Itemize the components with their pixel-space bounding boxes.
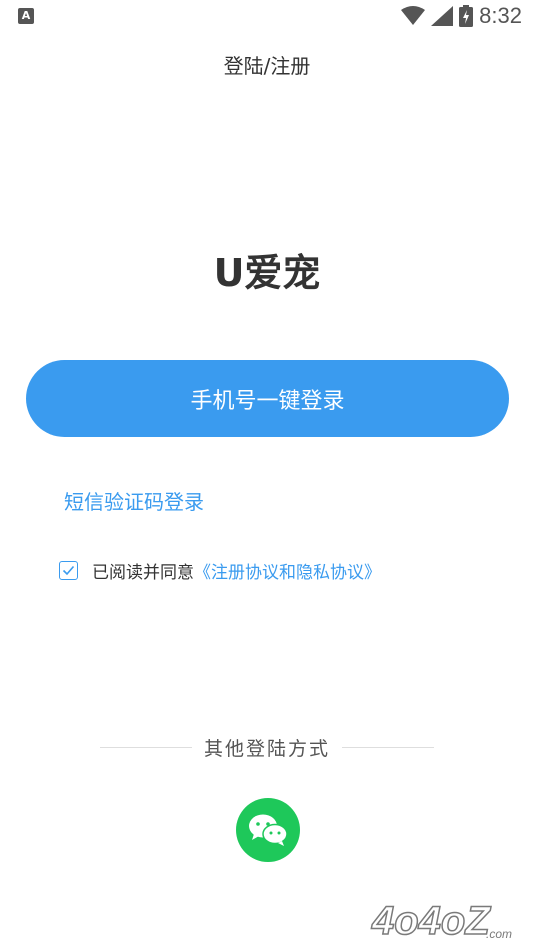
app-name: U爱宠 bbox=[213, 251, 321, 295]
notification-icon: A bbox=[18, 8, 34, 24]
clock-time: 8:32 bbox=[479, 3, 522, 28]
agreement-checkbox[interactable] bbox=[59, 561, 78, 580]
status-icons: 8:32 bbox=[401, 3, 522, 28]
svg-text:.com: .com bbox=[486, 927, 512, 941]
wechat-login-button[interactable] bbox=[236, 798, 300, 862]
signal-icon bbox=[431, 6, 454, 26]
check-icon bbox=[62, 565, 75, 576]
one-click-login-button[interactable]: 手机号一键登录 bbox=[26, 360, 509, 437]
agreement-link[interactable]: 《注册协议和隐私协议》 bbox=[194, 558, 381, 583]
divider-line-right bbox=[342, 746, 435, 748]
divider-line-left bbox=[100, 746, 192, 748]
battery-icon bbox=[459, 5, 474, 27]
sms-login-link[interactable]: 短信验证码登录 bbox=[64, 486, 204, 515]
other-login-divider: 其他登陆方式 bbox=[100, 732, 435, 762]
agreement-text: 已阅读并同意 bbox=[92, 563, 194, 583]
agreement-row: 已阅读并同意 《注册协议和隐私协议》 bbox=[59, 558, 381, 583]
wifi-icon bbox=[401, 6, 426, 25]
svg-text:4o4oZ: 4o4oZ bbox=[371, 899, 491, 943]
watermark-logo: 4o4oZ .com bbox=[370, 898, 512, 944]
page-title: 登陆/注册 bbox=[223, 54, 311, 78]
other-login-label: 其他登陆方式 bbox=[204, 737, 331, 760]
wechat-icon bbox=[249, 814, 288, 846]
status-bar: A 8:32 bbox=[0, 0, 534, 32]
